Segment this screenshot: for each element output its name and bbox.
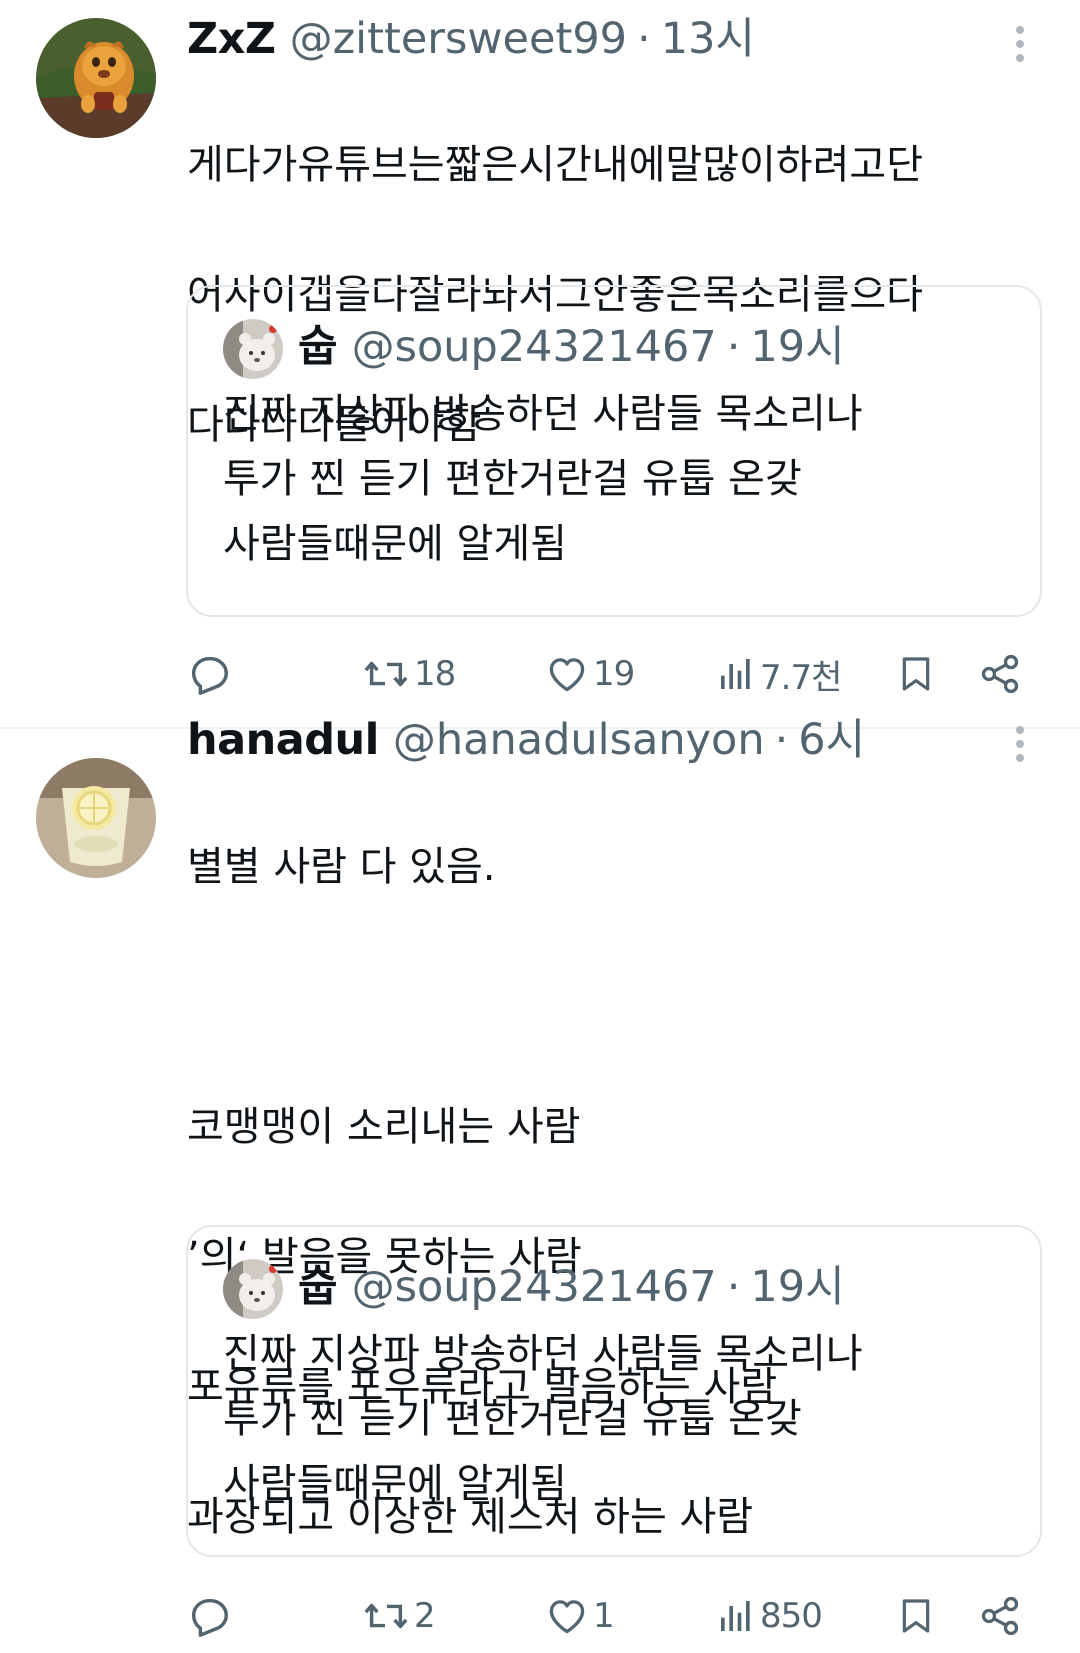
quoted-tweet-text: 진짜 지상파 방송하던 사람들 목소리나 투가 찐 듣기 편한거란걸 유툽 온갖… [223, 1322, 863, 1517]
retweet-count: 2 [414, 1596, 436, 1636]
like-button[interactable]: 1 [545, 1586, 615, 1646]
retweet-icon [364, 1603, 408, 1629]
user-avatar[interactable] [36, 18, 156, 138]
quoted-tweet-text: 진짜 지상파 방송하던 사람들 목소리나 투가 찐 듣기 편한거란걸 유툽 온갖… [223, 382, 863, 577]
like-button[interactable]: 19 [545, 644, 635, 704]
separator: · [726, 1262, 741, 1312]
tweet-header: ZxZ @zittersweet99 · 13시 [187, 13, 755, 65]
quoted-tweet-header: 숩 @soup24321467 · 19시 [298, 1261, 845, 1313]
like-count: 1 [593, 1596, 615, 1636]
quoted-display-name: 숩 [298, 1262, 338, 1312]
tweet-card[interactable]: ZxZ @zittersweet99 · 13시 게다가유튜브는짧은시간내에말많… [0, 0, 1080, 728]
retweet-button[interactable]: 18 [362, 644, 456, 704]
display-name[interactable]: hanadul [187, 714, 379, 766]
bookmark-icon [902, 657, 930, 691]
action-bar: 2 1 850 [0, 1586, 1080, 1646]
share-button[interactable] [978, 644, 1022, 704]
reply-icon [191, 1598, 228, 1637]
quoted-tweet[interactable]: 숩 @soup24321467 · 19시 진짜 지상파 방송하던 사람들 목소… [186, 1225, 1042, 1557]
quoted-user-avatar[interactable] [223, 319, 283, 379]
tweet-text-line: 별별 사람 다 있음. [187, 844, 496, 890]
timestamp[interactable]: 6시 [798, 714, 865, 766]
quoted-timestamp: 19시 [750, 322, 845, 372]
share-icon [981, 654, 1019, 694]
retweet-button[interactable]: 2 [362, 1586, 436, 1646]
view-count: 7.7천 [760, 657, 842, 698]
heart-icon [549, 658, 585, 692]
more-options-icon[interactable] [1010, 22, 1030, 70]
bookmark-button[interactable] [896, 644, 936, 704]
user-avatar[interactable] [36, 758, 156, 878]
display-name[interactable]: ZxZ [187, 13, 276, 65]
quoted-text-line: 투가 찐 듣기 편한거란걸 유툽 온갖 [223, 1396, 802, 1442]
quoted-user-handle: @soup24321467 [351, 1262, 717, 1312]
quoted-user-handle: @soup24321467 [351, 322, 717, 372]
share-button[interactable] [978, 1586, 1022, 1646]
timestamp[interactable]: 13시 [661, 13, 755, 65]
bear-sketch-avatar-icon [223, 319, 283, 379]
quoted-tweet[interactable]: 숩 @soup24321467 · 19시 진짜 지상파 방송하던 사람들 목소… [186, 285, 1042, 617]
view-count: 850 [760, 1596, 823, 1636]
separator: · [774, 715, 789, 765]
bookmark-icon [902, 1599, 930, 1633]
separator: · [726, 322, 741, 372]
quoted-display-name: 숩 [298, 322, 338, 372]
reply-button[interactable] [186, 644, 236, 704]
reply-button[interactable] [186, 1586, 236, 1646]
quoted-text-line: 진짜 지상파 방송하던 사람들 목소리나 [223, 391, 863, 437]
quoted-timestamp: 19시 [750, 1262, 845, 1312]
share-icon [981, 1596, 1019, 1636]
quoted-text-line: 진짜 지상파 방송하던 사람들 목소리나 [223, 1331, 863, 1377]
tweet-header: hanadul @hanadulsanyon · 6시 [187, 714, 865, 766]
user-handle[interactable]: @zittersweet99 [290, 13, 627, 65]
heart-icon [549, 1600, 585, 1634]
tweet-card[interactable]: hanadul @hanadulsanyon · 6시 별별 사람 다 있음. … [0, 715, 1080, 1653]
action-bar: 18 19 7.7천 [0, 644, 1080, 704]
reply-icon [191, 656, 228, 695]
separator: · [637, 14, 651, 64]
retweet-icon [364, 661, 408, 687]
views-button[interactable]: 850 [716, 1586, 823, 1646]
bar-chart-icon [721, 1601, 750, 1631]
views-button[interactable]: 7.7천 [716, 644, 842, 704]
retweet-count: 18 [414, 654, 456, 694]
user-handle[interactable]: @hanadulsanyon [393, 714, 765, 766]
like-count: 19 [593, 654, 635, 694]
lion-cub-avatar-icon [36, 18, 156, 138]
quoted-text-line: 사람들때문에 알게됨 [223, 521, 567, 567]
lemon-drink-avatar-icon [36, 758, 156, 878]
tweet-text-line: 게다가유튜브는짧은시간내에말많이하려고단 [187, 142, 923, 188]
quoted-tweet-header: 숩 @soup24321467 · 19시 [298, 321, 845, 373]
bar-chart-icon [721, 659, 750, 689]
bookmark-button[interactable] [896, 1586, 936, 1646]
bear-sketch-avatar-icon [223, 1259, 283, 1319]
tweet-text-line: 코맹맹이 소리내는 사람 [187, 1104, 581, 1150]
quoted-text-line: 사람들때문에 알게됨 [223, 1461, 567, 1507]
more-options-icon[interactable] [1010, 722, 1030, 770]
quoted-text-line: 투가 찐 듣기 편한거란걸 유툽 온갖 [223, 456, 802, 502]
quoted-user-avatar[interactable] [223, 1259, 283, 1319]
tweet-text-line [187, 965, 1027, 1030]
